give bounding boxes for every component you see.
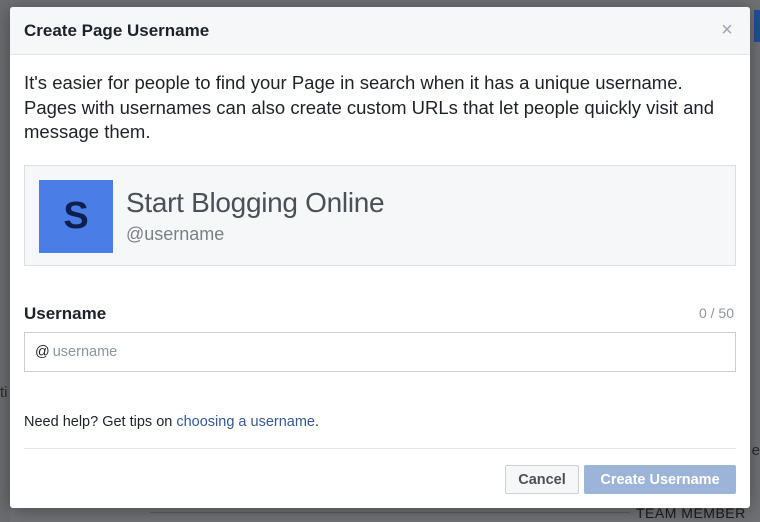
help-text-suffix: . [315, 414, 320, 430]
create-username-button[interactable]: Create Username [584, 465, 736, 494]
at-prefix: @ [35, 344, 50, 360]
close-icon[interactable]: × [718, 20, 736, 40]
background-right-fragment: e [751, 442, 760, 459]
page-avatar: S [39, 180, 113, 253]
footer-divider [24, 448, 736, 449]
username-label: Username [24, 304, 107, 323]
intro-text: It's easier for people to find your Page… [24, 72, 714, 142]
cancel-button[interactable]: Cancel [505, 465, 579, 494]
create-username-dialog: Create Page Username × It's easier for p… [10, 7, 750, 508]
background-divider [150, 512, 630, 513]
help-text: Need help? Get tips on choosing a userna… [24, 414, 319, 430]
dialog-title: Create Page Username [24, 21, 210, 40]
character-count: 0 / 50 [698, 305, 734, 321]
background-right-button-edge [754, 10, 760, 42]
page-name: Start Blogging Online [126, 187, 385, 218]
page-preview-card: S Start Blogging Online @username [24, 165, 736, 266]
background-left-fragment: ti [0, 384, 8, 401]
help-text-prefix: Need help? Get tips on [24, 414, 177, 430]
choosing-username-link[interactable]: choosing a username [176, 414, 315, 430]
username-input[interactable] [52, 334, 735, 370]
username-field[interactable]: @ [24, 332, 736, 372]
dialog-header: Create Page Username × [10, 7, 750, 55]
page-handle: @username [126, 224, 225, 244]
background-left-strip [0, 0, 10, 522]
